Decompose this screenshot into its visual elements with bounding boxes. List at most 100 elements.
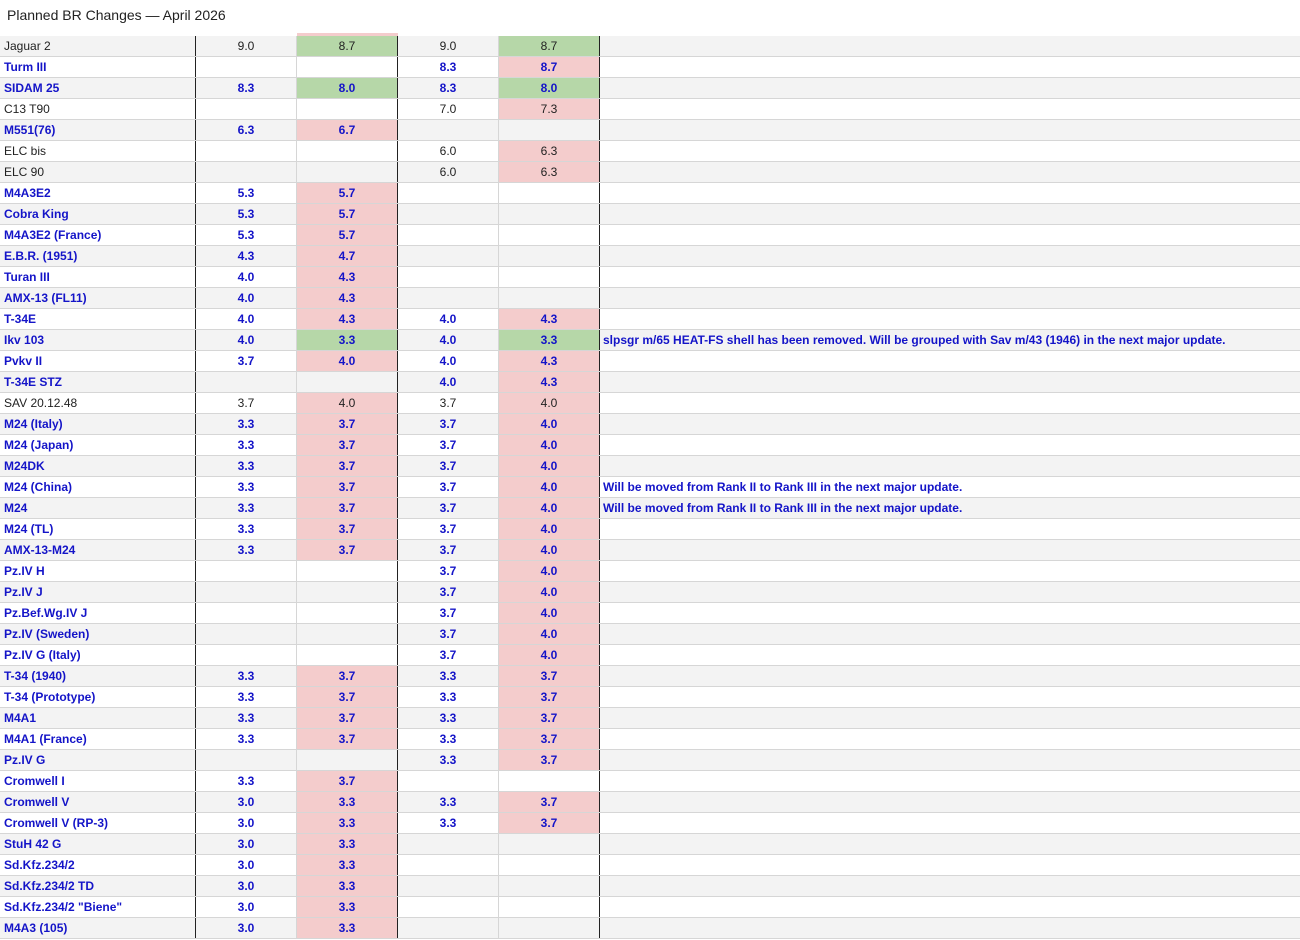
rb-planned-br-cell[interactable]: 6.3	[499, 141, 600, 161]
rb-current-br-cell[interactable]: 3.3	[398, 687, 499, 707]
vehicle-name-cell[interactable]: M24 (TL)	[0, 519, 196, 539]
note-cell[interactable]	[600, 666, 1300, 686]
rb-current-br-cell[interactable]: 4.0	[398, 309, 499, 329]
table-row[interactable]: Pz.Bef.Wg.IV J 3.7 4.0	[0, 603, 1300, 624]
ab-current-br-cell[interactable]	[196, 750, 297, 770]
note-cell[interactable]	[600, 708, 1300, 728]
ab-current-br-cell[interactable]: 3.3	[196, 414, 297, 434]
note-cell[interactable]	[600, 288, 1300, 308]
note-cell[interactable]	[600, 792, 1300, 812]
note-cell[interactable]	[600, 393, 1300, 413]
ab-current-br-cell[interactable]	[196, 603, 297, 623]
rb-planned-br-cell[interactable]: 3.7	[499, 750, 600, 770]
ab-current-br-cell[interactable]: 5.3	[196, 183, 297, 203]
table-row[interactable]: M4A1 3.3 3.7 3.3 3.7	[0, 708, 1300, 729]
rb-planned-br-cell[interactable]: 3.3	[499, 330, 600, 350]
ab-current-br-cell[interactable]: 3.3	[196, 498, 297, 518]
ab-planned-br-cell[interactable]	[297, 561, 398, 581]
table-row[interactable]: Pz.IV J 3.7 4.0	[0, 582, 1300, 603]
note-cell[interactable]	[600, 57, 1300, 77]
ab-planned-br-cell[interactable]	[297, 141, 398, 161]
rb-planned-br-cell[interactable]: 4.0	[499, 603, 600, 623]
ab-planned-br-cell[interactable]: 3.3	[297, 813, 398, 833]
vehicle-name-cell[interactable]: Jaguar 2	[0, 36, 196, 56]
ab-planned-br-cell[interactable]: 3.3	[297, 792, 398, 812]
vehicle-name-cell[interactable]: Sd.Kfz.234/2 "Biene"	[0, 897, 196, 917]
ab-current-br-cell[interactable]: 3.3	[196, 729, 297, 749]
rb-current-br-cell[interactable]	[398, 120, 499, 140]
note-cell[interactable]	[600, 309, 1300, 329]
ab-current-br-cell[interactable]: 3.0	[196, 792, 297, 812]
ab-planned-br-cell[interactable]: 5.7	[297, 204, 398, 224]
table-row[interactable]: Sd.Kfz.234/2 TD 3.0 3.3	[0, 876, 1300, 897]
ab-current-br-cell[interactable]: 4.0	[196, 309, 297, 329]
rb-planned-br-cell[interactable]	[499, 288, 600, 308]
vehicle-name-cell[interactable]: StuH 42 G	[0, 834, 196, 854]
vehicle-name-cell[interactable]: SIDAM 25	[0, 78, 196, 98]
vehicle-name-cell[interactable]: Pz.IV G (Italy)	[0, 645, 196, 665]
vehicle-name-cell[interactable]: Pvkv II	[0, 351, 196, 371]
note-cell[interactable]	[600, 183, 1300, 203]
vehicle-name-cell[interactable]: E.B.R. (1951)	[0, 246, 196, 266]
note-cell[interactable]	[600, 435, 1300, 455]
rb-planned-br-cell[interactable]: 4.0	[499, 435, 600, 455]
ab-current-br-cell[interactable]: 3.3	[196, 540, 297, 560]
ab-planned-br-cell[interactable]: 3.7	[297, 540, 398, 560]
ab-planned-br-cell[interactable]: 8.0	[297, 78, 398, 98]
rb-current-br-cell[interactable]	[398, 204, 499, 224]
ab-planned-br-cell[interactable]	[297, 603, 398, 623]
table-row[interactable]: Turm III 8.3 8.7	[0, 57, 1300, 78]
rb-current-br-cell[interactable]: 3.7	[398, 540, 499, 560]
rb-current-br-cell[interactable]: 3.7	[398, 477, 499, 497]
rb-planned-br-cell[interactable]	[499, 834, 600, 854]
rb-current-br-cell[interactable]	[398, 183, 499, 203]
vehicle-name-cell[interactable]: Cromwell V (RP-3)	[0, 813, 196, 833]
ab-current-br-cell[interactable]	[196, 162, 297, 182]
rb-planned-br-cell[interactable]: 8.7	[499, 57, 600, 77]
ab-planned-br-cell[interactable]	[297, 624, 398, 644]
table-row[interactable]: StuH 42 G 3.0 3.3	[0, 834, 1300, 855]
table-row[interactable]: E.B.R. (1951) 4.3 4.7	[0, 246, 1300, 267]
vehicle-name-cell[interactable]: Pz.IV J	[0, 582, 196, 602]
note-cell[interactable]	[600, 246, 1300, 266]
ab-current-br-cell[interactable]: 3.3	[196, 456, 297, 476]
rb-current-br-cell[interactable]: 3.7	[398, 393, 499, 413]
ab-planned-br-cell[interactable]: 3.3	[297, 855, 398, 875]
vehicle-name-cell[interactable]: C13 T90	[0, 99, 196, 119]
note-cell[interactable]	[600, 834, 1300, 854]
ab-planned-br-cell[interactable]: 3.3	[297, 834, 398, 854]
rb-planned-br-cell[interactable]: 4.0	[499, 414, 600, 434]
rb-current-br-cell[interactable]	[398, 897, 499, 917]
vehicle-name-cell[interactable]: T-34E	[0, 309, 196, 329]
ab-planned-br-cell[interactable]: 4.3	[297, 267, 398, 287]
table-row[interactable]: AMX-13-M24 3.3 3.7 3.7 4.0	[0, 540, 1300, 561]
rb-current-br-cell[interactable]: 8.3	[398, 78, 499, 98]
rb-planned-br-cell[interactable]	[499, 120, 600, 140]
ab-current-br-cell[interactable]: 3.0	[196, 813, 297, 833]
rb-current-br-cell[interactable]	[398, 855, 499, 875]
table-row[interactable]: Jaguar 2 9.0 8.7 9.0 8.7	[0, 36, 1300, 57]
note-cell[interactable]	[600, 225, 1300, 245]
table-row[interactable]: T-34E STZ 4.0 4.3	[0, 372, 1300, 393]
vehicle-name-cell[interactable]: M4A3E2	[0, 183, 196, 203]
ab-current-br-cell[interactable]: 8.3	[196, 78, 297, 98]
note-cell[interactable]	[600, 582, 1300, 602]
ab-planned-br-cell[interactable]: 4.0	[297, 351, 398, 371]
table-row[interactable]: Pz.IV G (Italy) 3.7 4.0	[0, 645, 1300, 666]
ab-planned-br-cell[interactable]	[297, 750, 398, 770]
note-cell[interactable]	[600, 372, 1300, 392]
table-row[interactable]: Cromwell I 3.3 3.7	[0, 771, 1300, 792]
rb-current-br-cell[interactable]: 3.7	[398, 498, 499, 518]
vehicle-name-cell[interactable]: ELC 90	[0, 162, 196, 182]
table-row[interactable]: Cobra King 5.3 5.7	[0, 204, 1300, 225]
table-row[interactable]: Ikv 103 4.0 3.3 4.0 3.3 slpsgr m/65 HEAT-FS s…	[0, 330, 1300, 351]
vehicle-name-cell[interactable]: AMX-13-M24	[0, 540, 196, 560]
rb-current-br-cell[interactable]: 3.7	[398, 624, 499, 644]
rb-current-br-cell[interactable]	[398, 288, 499, 308]
note-cell[interactable]	[600, 603, 1300, 623]
rb-current-br-cell[interactable]	[398, 267, 499, 287]
rb-planned-br-cell[interactable]	[499, 918, 600, 938]
rb-planned-br-cell[interactable]: 4.0	[499, 645, 600, 665]
rb-planned-br-cell[interactable]: 3.7	[499, 687, 600, 707]
rb-current-br-cell[interactable]	[398, 246, 499, 266]
